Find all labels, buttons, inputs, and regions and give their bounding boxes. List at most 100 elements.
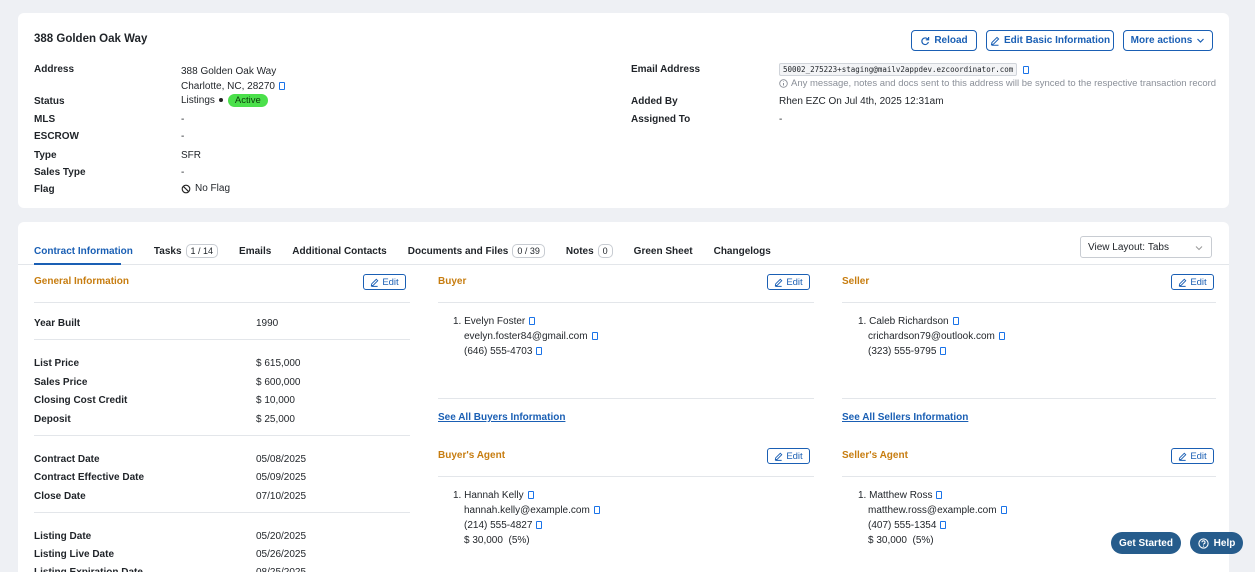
transaction-summary-card: 388 Golden Oak Way Reload Edit Basic Inf… (18, 13, 1229, 208)
tab-label: Tasks (153, 245, 182, 257)
copy-icon[interactable] (940, 347, 947, 355)
edit-label: Edit (382, 276, 399, 288)
buyers-agent-contact: 1. Hannah Kelly hannah.kelly@example.com… (453, 488, 600, 548)
section-divider (842, 302, 1216, 303)
mls-value: - (181, 114, 185, 125)
copy-icon[interactable] (536, 521, 543, 529)
general-row-value: $ 10,000 (256, 395, 295, 406)
general-row-value: 08/25/2025 (256, 567, 306, 572)
copy-icon[interactable] (591, 332, 598, 340)
tab-count: 1 / 14 (185, 244, 219, 258)
edit-label: Edit (786, 276, 803, 288)
dot-separator (218, 98, 223, 102)
copy-icon[interactable] (940, 521, 947, 529)
section-divider (34, 435, 410, 436)
pencil-icon (1179, 452, 1187, 461)
edit-general-button[interactable]: Edit (363, 274, 406, 290)
pencil-icon (775, 452, 783, 461)
sellers-agent-name: 1. Matthew Ross (858, 490, 933, 501)
edit-seller-button[interactable]: Edit (1171, 274, 1214, 290)
copy-icon[interactable] (952, 317, 959, 325)
seller-contact: 1. Caleb Richardson crichardson79@outloo… (858, 314, 1005, 359)
pencil-icon (990, 36, 1000, 46)
transaction-email[interactable]: 50002_275223+staging@mailv2appdev.ezcoor… (779, 63, 1018, 76)
buyers-agent-name: 1. Hannah Kelly (453, 490, 524, 501)
help-button[interactable]: Help (1190, 532, 1243, 554)
general-row-value: $ 600,000 (256, 377, 301, 388)
general-row-label: Contract Date (34, 454, 100, 465)
added-by-value: Rhen EZC On Jul 4th, 2025 12:31am (779, 96, 944, 107)
tab-label: Notes (565, 245, 594, 257)
chevron-down-icon (1197, 38, 1205, 43)
general-row-value: 05/20/2025 (256, 531, 307, 542)
tab-notes[interactable]: Notes 0 (566, 240, 613, 262)
view-layout-select[interactable]: View Layout: Tabs (1080, 236, 1212, 258)
general-information-title: General Information (34, 276, 130, 287)
edit-buyer-button[interactable]: Edit (767, 274, 810, 290)
section-divider (438, 302, 814, 303)
assigned-to-value: - (779, 114, 783, 125)
see-all-sellers-link[interactable]: See All Sellers Information (842, 412, 968, 423)
copy-icon[interactable] (936, 491, 943, 499)
tab-green-sheet[interactable]: Green Sheet (634, 240, 693, 262)
tab-additional-contacts[interactable]: Additional Contacts (292, 240, 386, 262)
copy-icon[interactable] (1023, 65, 1030, 74)
copy-icon[interactable] (998, 332, 1005, 340)
sellers-agent-contact: 1. Matthew Ross matthew.ross@example.com… (858, 488, 1007, 548)
seller-email: crichardson79@outlook.com (868, 331, 995, 342)
edit-basic-information-button[interactable]: Edit Basic Information (986, 30, 1114, 51)
flag-value[interactable]: No Flag (181, 183, 230, 194)
tab-label: Contract Information (34, 245, 133, 257)
view-layout-value: Tabs (1147, 241, 1169, 253)
buyer-title: Buyer (438, 276, 467, 287)
address-line2: Charlotte, NC, 28270 (181, 81, 275, 92)
edit-label: Edit (1190, 450, 1207, 462)
email-note-text: Any message, notes and docs sent to this… (791, 78, 1217, 89)
edit-basic-label: Edit Basic Information (1003, 35, 1111, 46)
tab-changelogs[interactable]: Changelogs (714, 240, 771, 262)
tab-bar: Contract Information Tasks 1 / 14 Emails … (34, 240, 792, 262)
tab-emails[interactable]: Emails (239, 240, 271, 262)
copy-icon[interactable] (529, 317, 536, 325)
general-row-value: 05/09/2025 (256, 472, 307, 483)
tab-contract-information[interactable]: Contract Information (34, 240, 133, 262)
copy-icon[interactable] (536, 347, 543, 355)
active-tab-indicator (34, 263, 121, 265)
pencil-icon (1179, 278, 1187, 287)
buyer-email: evelyn.foster84@gmail.com (464, 331, 588, 342)
tab-documents-and-files[interactable]: Documents and Files 0 / 39 (408, 240, 545, 262)
section-divider (842, 398, 1216, 399)
reload-label: Reload (934, 35, 968, 46)
edit-label: Edit (1190, 276, 1207, 288)
address-line1: 388 Golden Oak Way (181, 66, 277, 77)
type-value: SFR (181, 150, 201, 161)
tab-count: 0 / 39 (512, 244, 545, 258)
copy-icon[interactable] (1000, 506, 1007, 514)
transaction-detail-card: Contract Information Tasks 1 / 14 Emails … (18, 222, 1229, 572)
buyer-contact: 1. Evelyn Foster evelyn.foster84@gmail.c… (453, 314, 598, 359)
copy-icon[interactable] (527, 491, 534, 499)
tab-label: Emails (239, 245, 272, 257)
flag-text: No Flag (195, 183, 231, 194)
tab-label: Additional Contacts (292, 245, 387, 257)
no-flag-icon (181, 184, 191, 193)
section-divider (438, 398, 814, 399)
copy-icon[interactable] (593, 506, 600, 514)
type-label: Type (34, 150, 57, 161)
status-text: Listings (181, 95, 215, 106)
edit-sellers-agent-button[interactable]: Edit (1171, 448, 1214, 464)
copy-icon[interactable] (278, 82, 285, 90)
get-started-button[interactable]: Get Started (1111, 532, 1181, 554)
tab-tasks[interactable]: Tasks 1 / 14 (153, 240, 219, 262)
reload-button[interactable]: Reload (911, 30, 977, 51)
pencil-icon (371, 278, 379, 287)
general-row-value: 07/10/2025 (256, 491, 307, 502)
edit-buyers-agent-button[interactable]: Edit (767, 448, 810, 464)
buyers-agent-title: Buyer's Agent (438, 450, 506, 461)
tab-label: Changelogs (713, 245, 771, 257)
general-row-label: Listing Date (34, 531, 92, 542)
see-all-buyers-link[interactable]: See All Buyers Information (438, 412, 565, 423)
general-row-value: 05/08/2025 (256, 454, 307, 465)
edit-label: Edit (786, 450, 803, 462)
more-actions-button[interactable]: More actions (1123, 30, 1213, 51)
